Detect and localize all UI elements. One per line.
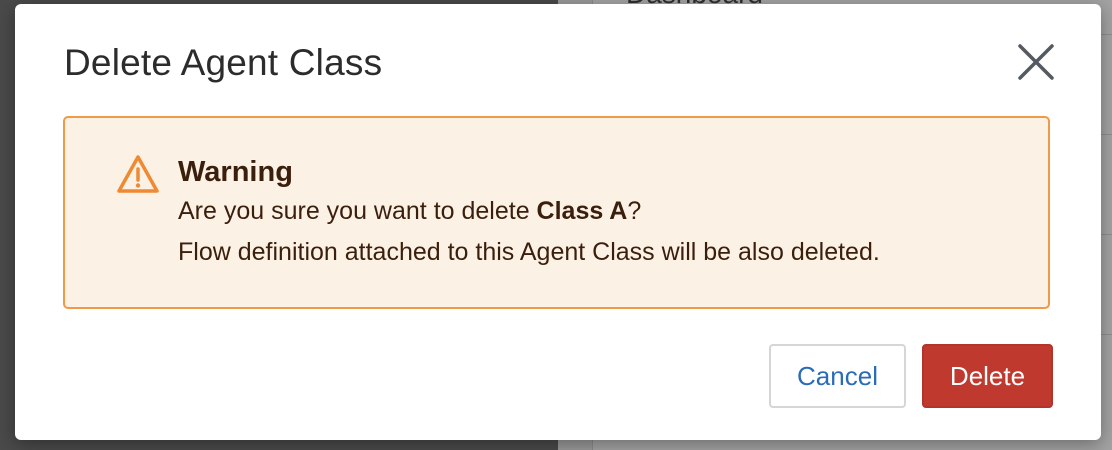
warning-alert: Warning Are you sure you want to delete … (63, 116, 1050, 309)
alert-heading: Warning (178, 156, 293, 188)
delete-agent-class-dialog: Delete Agent Class Warning Are you sure … (15, 4, 1101, 440)
cancel-button[interactable]: Cancel (769, 344, 906, 408)
agent-class-name: Class A (536, 197, 628, 225)
alert-body: Warning Are you sure you want to delete … (178, 154, 880, 273)
close-icon (1018, 44, 1054, 80)
dialog-title: Delete Agent Class (64, 42, 383, 83)
warning-triangle-icon (117, 155, 159, 193)
close-button[interactable] (1014, 40, 1058, 84)
alert-message-suffix: ? (627, 197, 642, 225)
delete-button[interactable]: Delete (922, 344, 1053, 408)
alert-message-confirm: Are you sure you want to delete Class A? (178, 190, 880, 232)
alert-message-prefix: Are you sure you want to delete (178, 197, 537, 225)
alert-message-detail: Flow definition attached to this Agent C… (178, 238, 880, 266)
